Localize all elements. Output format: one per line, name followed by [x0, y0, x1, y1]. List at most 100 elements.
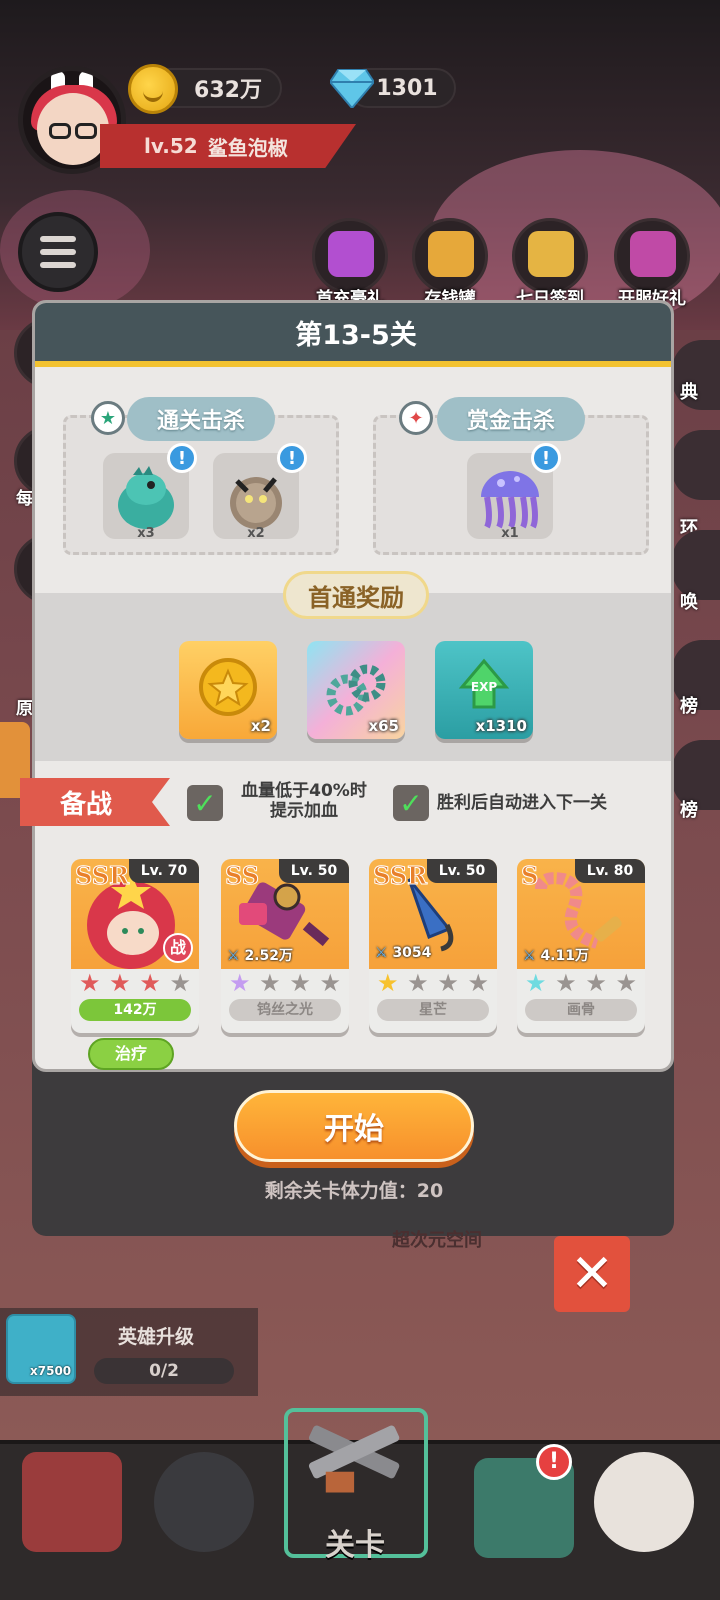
shop-icon[interactable]	[22, 1452, 122, 1552]
diamond-icon	[330, 69, 374, 108]
dialog-title: 第13-5关	[35, 303, 671, 367]
svg-text:EXP: EXP	[471, 680, 497, 694]
upgrade-qty: x7500	[30, 1364, 72, 1378]
hero-card[interactable]: SS Lv. 50 ⚔ 2.52万 ★ ★ ★ ★ 钨丝之光	[221, 859, 349, 1033]
stage-tab-label: 关卡	[325, 1528, 385, 1563]
bounty-kill-title: 赏金击杀	[437, 397, 585, 441]
gem-amount: 1301	[376, 75, 438, 101]
star-icon: ★	[467, 969, 489, 997]
hero-power: ⚔ 4.11万	[523, 948, 589, 964]
hero-stars: ★ ★ ★ ★	[79, 971, 191, 995]
star-icon: ★	[319, 969, 341, 997]
side-label: 榜	[680, 800, 698, 821]
close-icon: ✕	[570, 1244, 614, 1304]
hero-card[interactable]: SSR Lv. 50 ⚔ 3054 ★ ★ ★ ★ 星芒	[369, 859, 497, 1033]
star-icon: ★	[615, 969, 637, 997]
star-icon: ★	[525, 969, 547, 997]
star-icon: ★	[109, 969, 131, 997]
red-star-icon: ✦	[399, 401, 433, 435]
auto-next-option-label: 胜利后自动进入下一关	[437, 793, 607, 813]
event-piggy-bank[interactable]	[412, 218, 488, 294]
option-line: 提示加血	[270, 801, 338, 821]
star-icon: ★	[169, 969, 191, 997]
reward-slot[interactable]: x65	[307, 641, 405, 739]
prep-tag: 备战	[20, 778, 170, 826]
reward-qty: x1310	[475, 717, 527, 735]
player-level: lv.52	[144, 134, 198, 158]
side-label: 每	[16, 489, 33, 509]
start-button[interactable]: 开始	[234, 1090, 474, 1162]
side-label: 唤	[680, 592, 698, 613]
hero-weapon-name: 画骨	[525, 999, 637, 1021]
alert-badge-icon: !	[536, 1444, 572, 1480]
event-seven-day-checkin[interactable]	[512, 218, 588, 294]
info-icon[interactable]: !	[277, 443, 307, 473]
behind-text: 超次元空间	[392, 1230, 482, 1251]
side-label: 原	[16, 699, 33, 719]
low-hp-checkbox[interactable]: ✓	[187, 785, 223, 821]
menu-button[interactable]	[18, 212, 98, 292]
gold-coin-icon	[128, 64, 178, 114]
battle-badge: 战	[163, 933, 193, 963]
auto-next-checkbox[interactable]: ✓	[393, 785, 429, 821]
stage-dialog: 第13-5关 通关击杀 ★ ! x3 ! x2 赏金击杀 ✦ ! x1 首通奖励…	[32, 300, 674, 1072]
star-icon: ★	[139, 969, 161, 997]
hero-stars: ★ ★ ★ ★	[229, 971, 341, 995]
upgrade-progress: 0/2	[94, 1358, 234, 1384]
hero-weapon-name: 钨丝之光	[229, 999, 341, 1021]
upgrade-title: 英雄升级	[117, 1326, 194, 1348]
side-label: 榜	[680, 696, 698, 717]
side-button[interactable]	[672, 430, 720, 500]
star-icon: ★	[585, 969, 607, 997]
option-line: 血量低于40%时	[241, 781, 367, 801]
skull-icon[interactable]	[594, 1452, 694, 1552]
hero-card[interactable]: S Lv. 80 ⚔ 4.11万 ★ ★ ★ ★ 画骨	[517, 859, 645, 1033]
reward-qty: x65	[368, 717, 399, 735]
player-name: 鲨鱼泡椒	[207, 135, 288, 160]
close-button[interactable]: ✕	[554, 1236, 630, 1312]
star-icon: ★	[407, 969, 429, 997]
hero-rank: SSR	[372, 861, 428, 891]
gift-icon	[328, 231, 374, 277]
star-icon: ★	[555, 969, 577, 997]
crossed-guns-icon	[308, 1425, 400, 1493]
event-server-gift[interactable]	[614, 218, 690, 294]
star-icon: ★	[289, 969, 311, 997]
hero-icon[interactable]	[154, 1452, 254, 1552]
piggy-bank-icon	[428, 231, 474, 277]
green-star-icon: ★	[91, 401, 125, 435]
checkin-icon	[528, 231, 574, 277]
hero-level: Lv. 50	[427, 859, 497, 883]
reward-slot[interactable]: x2	[179, 641, 277, 739]
hero-rank: SSR	[74, 861, 130, 891]
hero-level: Lv. 70	[129, 859, 199, 883]
star-icon: ★	[377, 969, 399, 997]
reward-slot[interactable]: EXP x1310	[435, 641, 533, 739]
star-icon: ★	[79, 969, 101, 997]
hero-power-value: 2.52万	[244, 948, 293, 964]
hero-hp-bar: 142万	[79, 999, 191, 1021]
first-clear-title: 首通奖励	[283, 571, 429, 619]
event-first-recharge[interactable]	[312, 218, 388, 294]
hero-rank: S	[520, 861, 539, 891]
star-icon: ★	[437, 969, 459, 997]
info-icon[interactable]: !	[531, 443, 561, 473]
side-label: 典	[680, 382, 698, 403]
hero-weapon-name: 星芒	[377, 999, 489, 1021]
info-icon[interactable]: !	[167, 443, 197, 473]
hero-rank: SS	[224, 861, 260, 891]
hero-card[interactable]: SSR Lv. 70 战 ★ ★ ★ ★ 142万	[71, 859, 199, 1033]
hero-power-value: 3054	[392, 945, 432, 961]
hero-level: Lv. 80	[575, 859, 645, 883]
heal-button[interactable]: 治疗	[88, 1038, 174, 1070]
monster-slot[interactable]: ! x2	[213, 443, 307, 541]
hero-power: ⚔ 2.52万	[227, 948, 293, 964]
low-hp-option-label: 血量低于40%时 提示加血	[229, 781, 379, 821]
hero-stars: ★ ★ ★ ★	[377, 971, 489, 995]
monster-count: x1	[501, 526, 519, 541]
star-icon: ★	[259, 969, 281, 997]
monster-slot[interactable]: ! x3	[103, 443, 197, 541]
hero-power-value: 4.11万	[540, 948, 589, 964]
gold-amount: 632万	[194, 78, 262, 103]
monster-slot[interactable]: ! x1	[467, 443, 561, 541]
